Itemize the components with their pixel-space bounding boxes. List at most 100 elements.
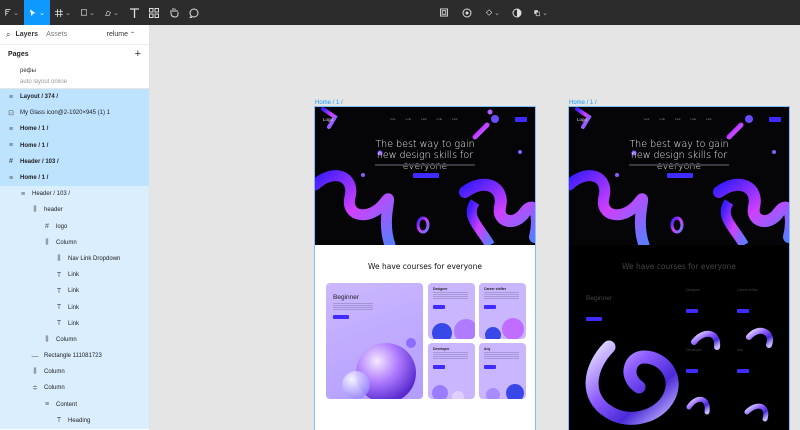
layer-row[interactable]: ≡ Home / 1 /: [0, 121, 149, 138]
layer-label: Nav Link Dropdown: [68, 255, 121, 262]
layer-type-icon: ⫼: [33, 206, 37, 214]
layer-row[interactable]: ≑ Column: [0, 380, 149, 397]
layer-type-icon: T: [56, 304, 62, 312]
layer-type-icon: ⫼: [45, 335, 49, 343]
layer-label: Column: [44, 369, 65, 376]
layer-row[interactable]: T Link: [0, 283, 149, 300]
layer-label: Header / 103 /: [20, 158, 59, 165]
layer-row[interactable]: ⫼ Column: [0, 364, 149, 381]
home-frame-light[interactable]: Logo Link Link Link Link Link The best w…: [314, 106, 536, 430]
course-card-beginner: Beginner: [326, 283, 423, 399]
layer-list: ≡ Layout / 374 / ⊡ My Glass icon@2-1920×945…: [0, 89, 149, 429]
layer-type-icon: ≡: [44, 401, 50, 409]
layer-label: Link: [68, 304, 80, 311]
nav-link: Link: [405, 117, 412, 121]
contrast-icon[interactable]: [507, 0, 527, 25]
course-card-designer: Designer: [428, 283, 475, 339]
layer-row[interactable]: ≡ Home / 1 /: [0, 137, 149, 154]
layer-label: Column: [44, 385, 65, 392]
layer-row[interactable]: T Link: [0, 267, 149, 284]
comment-icon[interactable]: [184, 0, 204, 25]
resources-icon[interactable]: [144, 0, 164, 25]
layer-type-icon: —: [31, 352, 39, 360]
courses-title: We have courses for everyone: [368, 262, 482, 271]
layer-row[interactable]: # Header / 103 /: [0, 153, 149, 170]
card-spheres: [432, 385, 464, 399]
mask-icon[interactable]: [455, 0, 479, 25]
layer-row[interactable]: # logo: [0, 218, 149, 235]
tab-layers[interactable]: Layers: [15, 31, 38, 38]
layer-type-icon: ⫼: [33, 368, 37, 376]
nav-link: Link: [452, 117, 458, 121]
nav-link: Link: [436, 117, 443, 121]
layer-type-icon: T: [56, 271, 62, 279]
layer-type-icon: ≡: [8, 142, 14, 150]
home-frame-dark[interactable]: Logo Link Link Link Link Link The best w…: [568, 106, 790, 430]
component-icon[interactable]: ⌄: [481, 0, 505, 25]
layer-type-icon: ≑: [32, 385, 38, 393]
layer-row[interactable]: ≡ Header / 103 /: [0, 186, 149, 203]
layer-row[interactable]: ⫼ Column: [0, 331, 149, 348]
move-tool-icon[interactable]: ⌄: [24, 0, 50, 25]
layer-row[interactable]: ⫼ header: [0, 202, 149, 219]
layer-label: Column: [56, 336, 77, 343]
frame-label[interactable]: Home / 1 /: [315, 100, 343, 106]
shape-tool-icon[interactable]: ⌄: [76, 0, 100, 25]
course-card-developer: Developer: [428, 343, 475, 399]
layer-row[interactable]: ⫼ Column: [0, 234, 149, 251]
layer-label: Layout / 374 /: [20, 94, 59, 101]
layer-row[interactable]: ⫼ Nav Link Dropdown: [0, 250, 149, 268]
nav-link: Link: [390, 117, 396, 121]
file-name-dropdown[interactable]: relume ⌃: [107, 31, 135, 38]
layer-row[interactable]: T Heading: [0, 412, 149, 429]
layer-type-icon: ⊡: [8, 110, 14, 118]
add-page-icon[interactable]: +: [135, 48, 141, 60]
course-card-career-shifter: Career shifter: [479, 283, 526, 339]
layer-label: Link: [68, 288, 80, 295]
layer-type-icon: T: [56, 320, 62, 328]
nav-links: Link Link Link Link Link: [390, 117, 458, 121]
layer-type-icon: ≡: [8, 93, 14, 101]
layer-label: Home / 1 /: [20, 126, 49, 133]
layer-type-icon: ≡: [20, 190, 26, 198]
layer-label: header: [44, 207, 63, 214]
layer-row[interactable]: ≡ Content: [0, 396, 149, 413]
layer-row[interactable]: T Link: [0, 315, 149, 332]
frame-tool-icon[interactable]: ⌄: [50, 0, 76, 25]
layer-label: Column: [56, 239, 77, 246]
nav-button: [515, 116, 527, 122]
layer-label: Home / 1 /: [20, 175, 49, 182]
pages-label: Pages: [8, 50, 29, 58]
hand-tool-icon[interactable]: [164, 0, 184, 25]
layer-type-icon: ≡: [8, 125, 14, 133]
page-item[interactable]: auto layout online: [0, 79, 149, 88]
layer-type-icon: ⫼: [57, 254, 61, 262]
pages-header: Pages +: [0, 45, 149, 63]
figma-menu-icon[interactable]: ⌄: [0, 0, 24, 25]
layer-type-icon: #: [9, 158, 13, 166]
layer-row[interactable]: T Link: [0, 299, 149, 316]
layer-row[interactable]: ⊡ My Glass icon@2-1920×945 (1) 1: [0, 105, 149, 122]
layers-panel: ⌕ Layers Assets relume ⌃ Pages + рефы au…: [0, 25, 150, 430]
card-spheres: [432, 319, 475, 339]
layer-label: Content: [56, 401, 78, 408]
page-item[interactable]: рефы: [0, 63, 149, 79]
layer-type-icon: #: [45, 223, 49, 231]
layer-row[interactable]: ≡ Layout / 374 /: [0, 89, 149, 106]
hero-subtitle-placeholder: [375, 164, 475, 166]
search-icon[interactable]: ⌕: [6, 30, 10, 40]
site-logo: Logo: [323, 116, 334, 122]
chevron-up-icon: ⌃: [129, 32, 135, 38]
canvas[interactable]: Home / 1 / Home / 1 / Logo Link Link Lin…: [150, 25, 800, 430]
layer-row[interactable]: — Rectangle 111081723: [0, 348, 149, 365]
tab-assets[interactable]: Assets: [46, 31, 67, 38]
dark-3d-shapes: [585, 327, 773, 425]
frame-label[interactable]: Home / 1 /: [569, 100, 597, 106]
pen-tool-icon[interactable]: ⌄: [100, 0, 124, 25]
text-tool-icon[interactable]: [124, 0, 144, 25]
card-spheres: [486, 384, 524, 399]
boolean-icon[interactable]: ⌄: [529, 0, 553, 25]
layer-row[interactable]: ≡ Home / 1 /: [0, 169, 149, 187]
crop-icon[interactable]: [435, 0, 453, 25]
layer-label: logo: [56, 223, 68, 230]
